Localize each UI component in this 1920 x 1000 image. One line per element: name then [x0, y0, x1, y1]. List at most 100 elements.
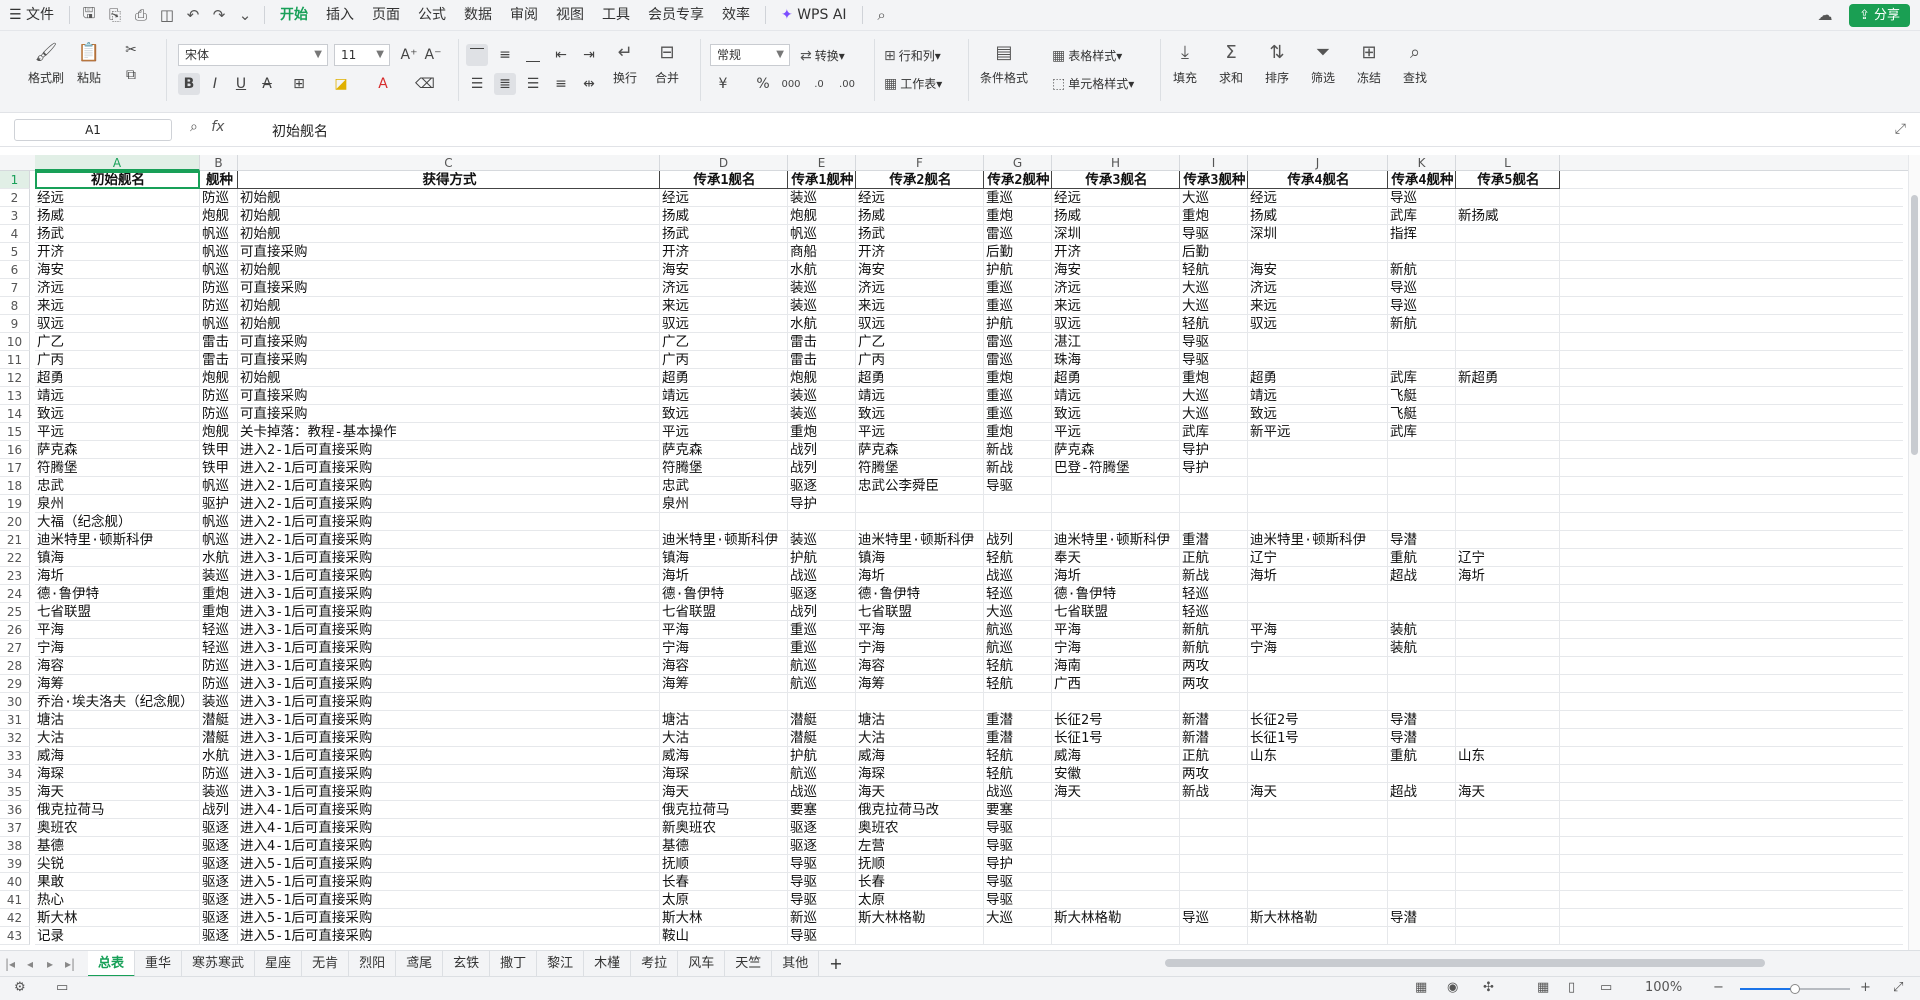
cell-I7[interactable]: 大巡: [1180, 279, 1248, 297]
cell-K26[interactable]: 装航: [1388, 621, 1456, 639]
cell-E32[interactable]: 潜艇: [788, 729, 856, 747]
cell-F11[interactable]: 广丙: [856, 351, 984, 369]
cell-G3[interactable]: 重炮: [984, 207, 1052, 225]
cell-F9[interactable]: 驭远: [856, 315, 984, 333]
row-header[interactable]: 18: [0, 477, 30, 495]
column-header-B[interactable]: B: [200, 155, 238, 171]
align-right-icon[interactable]: ☰: [522, 73, 544, 95]
row-header[interactable]: 40: [0, 873, 30, 891]
cell-C41[interactable]: 进入5-1后可直接采购: [238, 891, 660, 909]
cell-F29[interactable]: 海筹: [856, 675, 984, 693]
clear-format-icon[interactable]: ⌫: [414, 73, 436, 95]
cell-I2[interactable]: 大巡: [1180, 189, 1248, 207]
cell-G31[interactable]: 重潜: [984, 711, 1052, 729]
cell-I38[interactable]: [1180, 837, 1248, 855]
cell-F36[interactable]: 俄克拉荷马改: [856, 801, 984, 819]
cell-E30[interactable]: [788, 693, 856, 711]
cell-H26[interactable]: 平海: [1052, 621, 1180, 639]
cell-B24[interactable]: 重炮: [200, 585, 238, 603]
cell-I27[interactable]: 新航: [1180, 639, 1248, 657]
cell-D6[interactable]: 海安: [660, 261, 788, 279]
cell-J33[interactable]: 山东: [1248, 747, 1388, 765]
cell-E15[interactable]: 重炮: [788, 423, 856, 441]
cell-H15[interactable]: 平远: [1052, 423, 1180, 441]
row-header[interactable]: 30: [0, 693, 30, 711]
cell-J40[interactable]: [1248, 873, 1388, 891]
cell-G30[interactable]: [984, 693, 1052, 711]
row-header[interactable]: 17: [0, 459, 30, 477]
tab-8[interactable]: 会员专享: [639, 0, 713, 31]
cell-G29[interactable]: 轻航: [984, 675, 1052, 693]
cell-B20[interactable]: 帆巡: [200, 513, 238, 531]
cell-F23[interactable]: 海圻: [856, 567, 984, 585]
normal-view-icon[interactable]: ▦: [1537, 980, 1549, 995]
cell-D10[interactable]: 广乙: [660, 333, 788, 351]
cell-H40[interactable]: [1052, 873, 1180, 891]
cell-C33[interactable]: 进入3-1后可直接采购: [238, 747, 660, 765]
cell-B4[interactable]: 帆巡: [200, 225, 238, 243]
cell-H4[interactable]: 深圳: [1052, 225, 1180, 243]
chevron-down-icon[interactable]: ⌄: [232, 0, 258, 31]
first-sheet-icon[interactable]: |◂: [0, 957, 20, 971]
cell-F4[interactable]: 扬武: [856, 225, 984, 243]
cell-C34[interactable]: 进入3-1后可直接采购: [238, 765, 660, 783]
cell-J3[interactable]: 扬威: [1248, 207, 1388, 225]
cell-I31[interactable]: 新潜: [1180, 711, 1248, 729]
cell-C19[interactable]: 进入2-1后可直接采购: [238, 495, 660, 513]
cell-G1[interactable]: 传承2舰种: [984, 171, 1052, 189]
distribute-icon[interactable]: ⇹: [578, 73, 600, 95]
row-col-button[interactable]: ⊞ 行和列 ▾: [884, 47, 941, 64]
print-icon[interactable]: ⎙: [128, 0, 154, 31]
vertical-scrollbar[interactable]: [1908, 155, 1920, 950]
cell-D16[interactable]: 萨克森: [660, 441, 788, 459]
convert-button[interactable]: ⇄ 转换 ▾: [800, 47, 845, 64]
cell-D33[interactable]: 威海: [660, 747, 788, 765]
sheet-tab-9[interactable]: 黎江: [537, 950, 585, 977]
cell-D7[interactable]: 济远: [660, 279, 788, 297]
thousands-icon[interactable]: 000: [780, 73, 802, 95]
cell-I35[interactable]: 新战: [1180, 783, 1248, 801]
cell-E41[interactable]: 导驱: [788, 891, 856, 909]
cell-H21[interactable]: 迪米特里·顿斯科伊: [1052, 531, 1180, 549]
row-header[interactable]: 8: [0, 297, 30, 315]
cell-C9[interactable]: 初始舰: [238, 315, 660, 333]
cell-L38[interactable]: [1456, 837, 1560, 855]
cell-A20[interactable]: 大福（纪念舰）: [35, 513, 200, 531]
fill-color-icon[interactable]: ◪: [330, 73, 352, 95]
cell-C14[interactable]: 可直接采购: [238, 405, 660, 423]
cell-D8[interactable]: 来远: [660, 297, 788, 315]
sheet-tab-3[interactable]: 星座: [255, 950, 303, 977]
cell-J31[interactable]: 长征2号: [1248, 711, 1388, 729]
cell-L36[interactable]: [1456, 801, 1560, 819]
sheet-tab-0[interactable]: 总表: [88, 950, 136, 977]
cell-D23[interactable]: 海圻: [660, 567, 788, 585]
row-header[interactable]: 15: [0, 423, 30, 441]
cell-I26[interactable]: 新航: [1180, 621, 1248, 639]
cell-I17[interactable]: 导护: [1180, 459, 1248, 477]
cell-D12[interactable]: 超勇: [660, 369, 788, 387]
cell-G19[interactable]: [984, 495, 1052, 513]
cell-D42[interactable]: 斯大林: [660, 909, 788, 927]
cell-L23[interactable]: 海圻: [1456, 567, 1560, 585]
cell-G14[interactable]: 重巡: [984, 405, 1052, 423]
save-icon[interactable]: 🖫: [76, 0, 102, 31]
cell-B1[interactable]: 舰种: [200, 171, 238, 189]
cell-G10[interactable]: 雷巡: [984, 333, 1052, 351]
column-header-F[interactable]: F: [856, 155, 984, 171]
cell-K14[interactable]: 飞艇: [1388, 405, 1456, 423]
cell-G9[interactable]: 护航: [984, 315, 1052, 333]
cell-J41[interactable]: [1248, 891, 1388, 909]
cell-C13[interactable]: 可直接采购: [238, 387, 660, 405]
zoom-formula-icon[interactable]: ⌕: [190, 119, 198, 135]
cell-L12[interactable]: 新超勇: [1456, 369, 1560, 387]
cell-B19[interactable]: 驱护: [200, 495, 238, 513]
cell-C5[interactable]: 可直接采购: [238, 243, 660, 261]
cell-K38[interactable]: [1388, 837, 1456, 855]
cell-A17[interactable]: 符腾堡: [35, 459, 200, 477]
cell-F17[interactable]: 符腾堡: [856, 459, 984, 477]
cell-A36[interactable]: 俄克拉荷马: [35, 801, 200, 819]
cell-D9[interactable]: 驭远: [660, 315, 788, 333]
cell-C32[interactable]: 进入3-1后可直接采购: [238, 729, 660, 747]
row-header[interactable]: 25: [0, 603, 30, 621]
cell-I3[interactable]: 重炮: [1180, 207, 1248, 225]
